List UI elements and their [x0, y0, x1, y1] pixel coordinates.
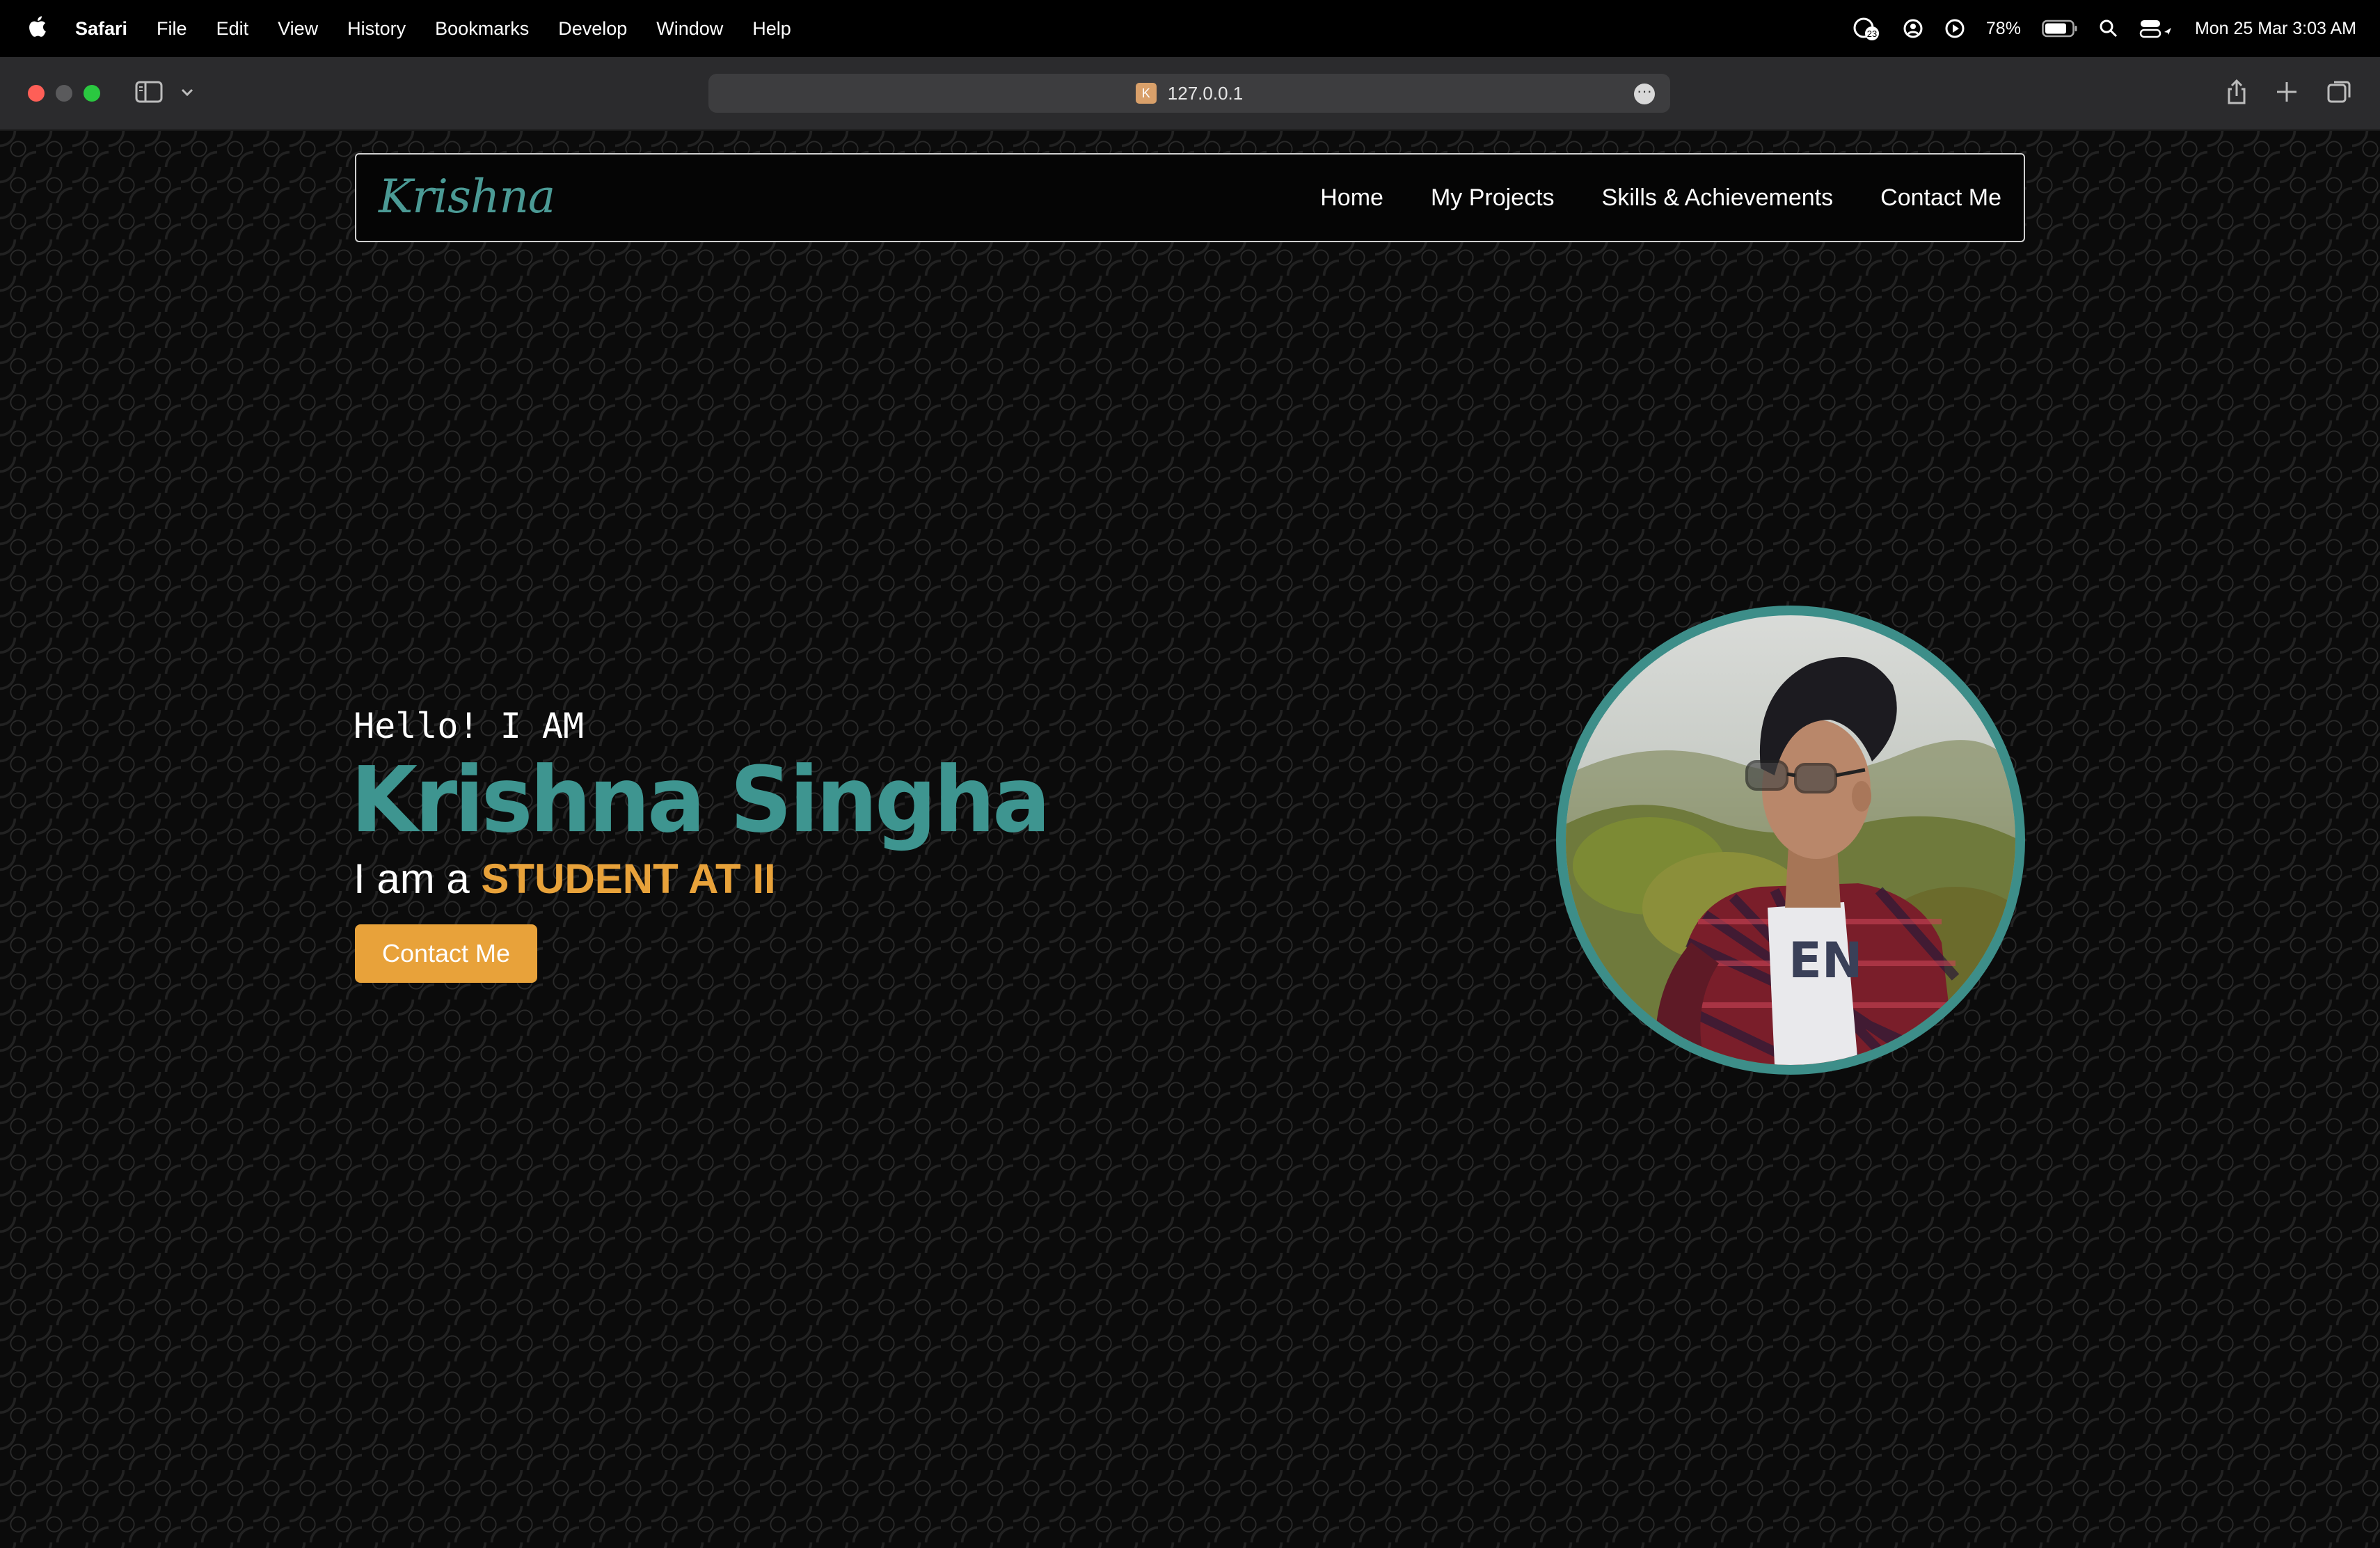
hero-role-text: STUDENT AT II [481, 855, 776, 902]
minimize-window-button[interactable] [56, 85, 72, 102]
badge-count: 23 [1867, 29, 1877, 39]
site-logo[interactable]: Krishna [379, 170, 555, 223]
spotlight-search-icon[interactable] [2099, 19, 2118, 38]
site-navbar: Krishna Home My Projects Skills & Achiev… [355, 153, 2025, 242]
zoom-window-button[interactable] [84, 85, 100, 102]
battery-percentage: 78% [1985, 18, 2021, 38]
new-tab-icon[interactable] [2273, 78, 2301, 106]
menu-view[interactable]: View [278, 18, 318, 40]
share-icon[interactable] [2223, 78, 2251, 106]
hero-name: Krishna Singha [351, 748, 1051, 853]
hero-role-line: I am a STUDENT AT II [354, 855, 776, 903]
browser-toolbar: K 127.0.0.1 ··· [0, 57, 2380, 131]
nav-link-my-projects[interactable]: My Projects [1431, 184, 1555, 212]
profile-photo: EN [1556, 606, 2025, 1075]
menu-history[interactable]: History [347, 18, 406, 40]
menu-help[interactable]: Help [752, 18, 791, 40]
nav-links: Home My Projects Skills & Achievements C… [1320, 155, 2001, 241]
control-center-icon[interactable] [2139, 18, 2174, 39]
menu-window[interactable]: Window [656, 18, 723, 40]
user-account-icon[interactable] [1903, 18, 1923, 39]
tab-overview-icon[interactable] [2326, 78, 2354, 106]
address-bar-url[interactable]: 127.0.0.1 [1168, 83, 1243, 104]
menu-file[interactable]: File [157, 18, 187, 40]
svg-text:EN: EN [1788, 932, 1862, 989]
nav-link-skills-achievements[interactable]: Skills & Achievements [1602, 184, 1834, 212]
hero-greeting: Hello! I AM [354, 706, 585, 746]
menu-app-safari[interactable]: Safari [75, 18, 127, 40]
nav-link-contact-me[interactable]: Contact Me [1880, 184, 2001, 212]
menu-develop[interactable]: Develop [558, 18, 627, 40]
menu-bookmarks[interactable]: Bookmarks [435, 18, 529, 40]
page-viewport: Krishna Home My Projects Skills & Achiev… [0, 131, 2380, 1548]
close-window-button[interactable] [28, 85, 45, 102]
notification-badge-icon[interactable]: 23 [1853, 15, 1882, 42]
menu-edit[interactable]: Edit [216, 18, 249, 40]
now-playing-icon[interactable] [1944, 18, 1965, 39]
battery-icon[interactable] [2042, 19, 2078, 38]
site-favicon-icon: K [1135, 83, 1157, 104]
hero-role-prefix: I am a [354, 855, 482, 902]
sidebar-toggle-icon[interactable] [135, 81, 163, 103]
menu-bar-clock[interactable]: Mon 25 Mar 3:03 AM [2195, 19, 2356, 39]
profile-photo-illustration: EN [1566, 657, 2015, 1065]
apple-icon[interactable] [26, 13, 47, 40]
chevron-down-icon[interactable] [180, 85, 195, 99]
address-bar[interactable]: K 127.0.0.1 ··· [708, 74, 1670, 113]
macos-menu-bar: Safari File Edit View History Bookmarks … [0, 0, 2380, 57]
nav-link-home[interactable]: Home [1320, 184, 1383, 212]
contact-me-button[interactable]: Contact Me [355, 924, 537, 983]
more-options-icon[interactable]: ··· [1634, 84, 1655, 104]
